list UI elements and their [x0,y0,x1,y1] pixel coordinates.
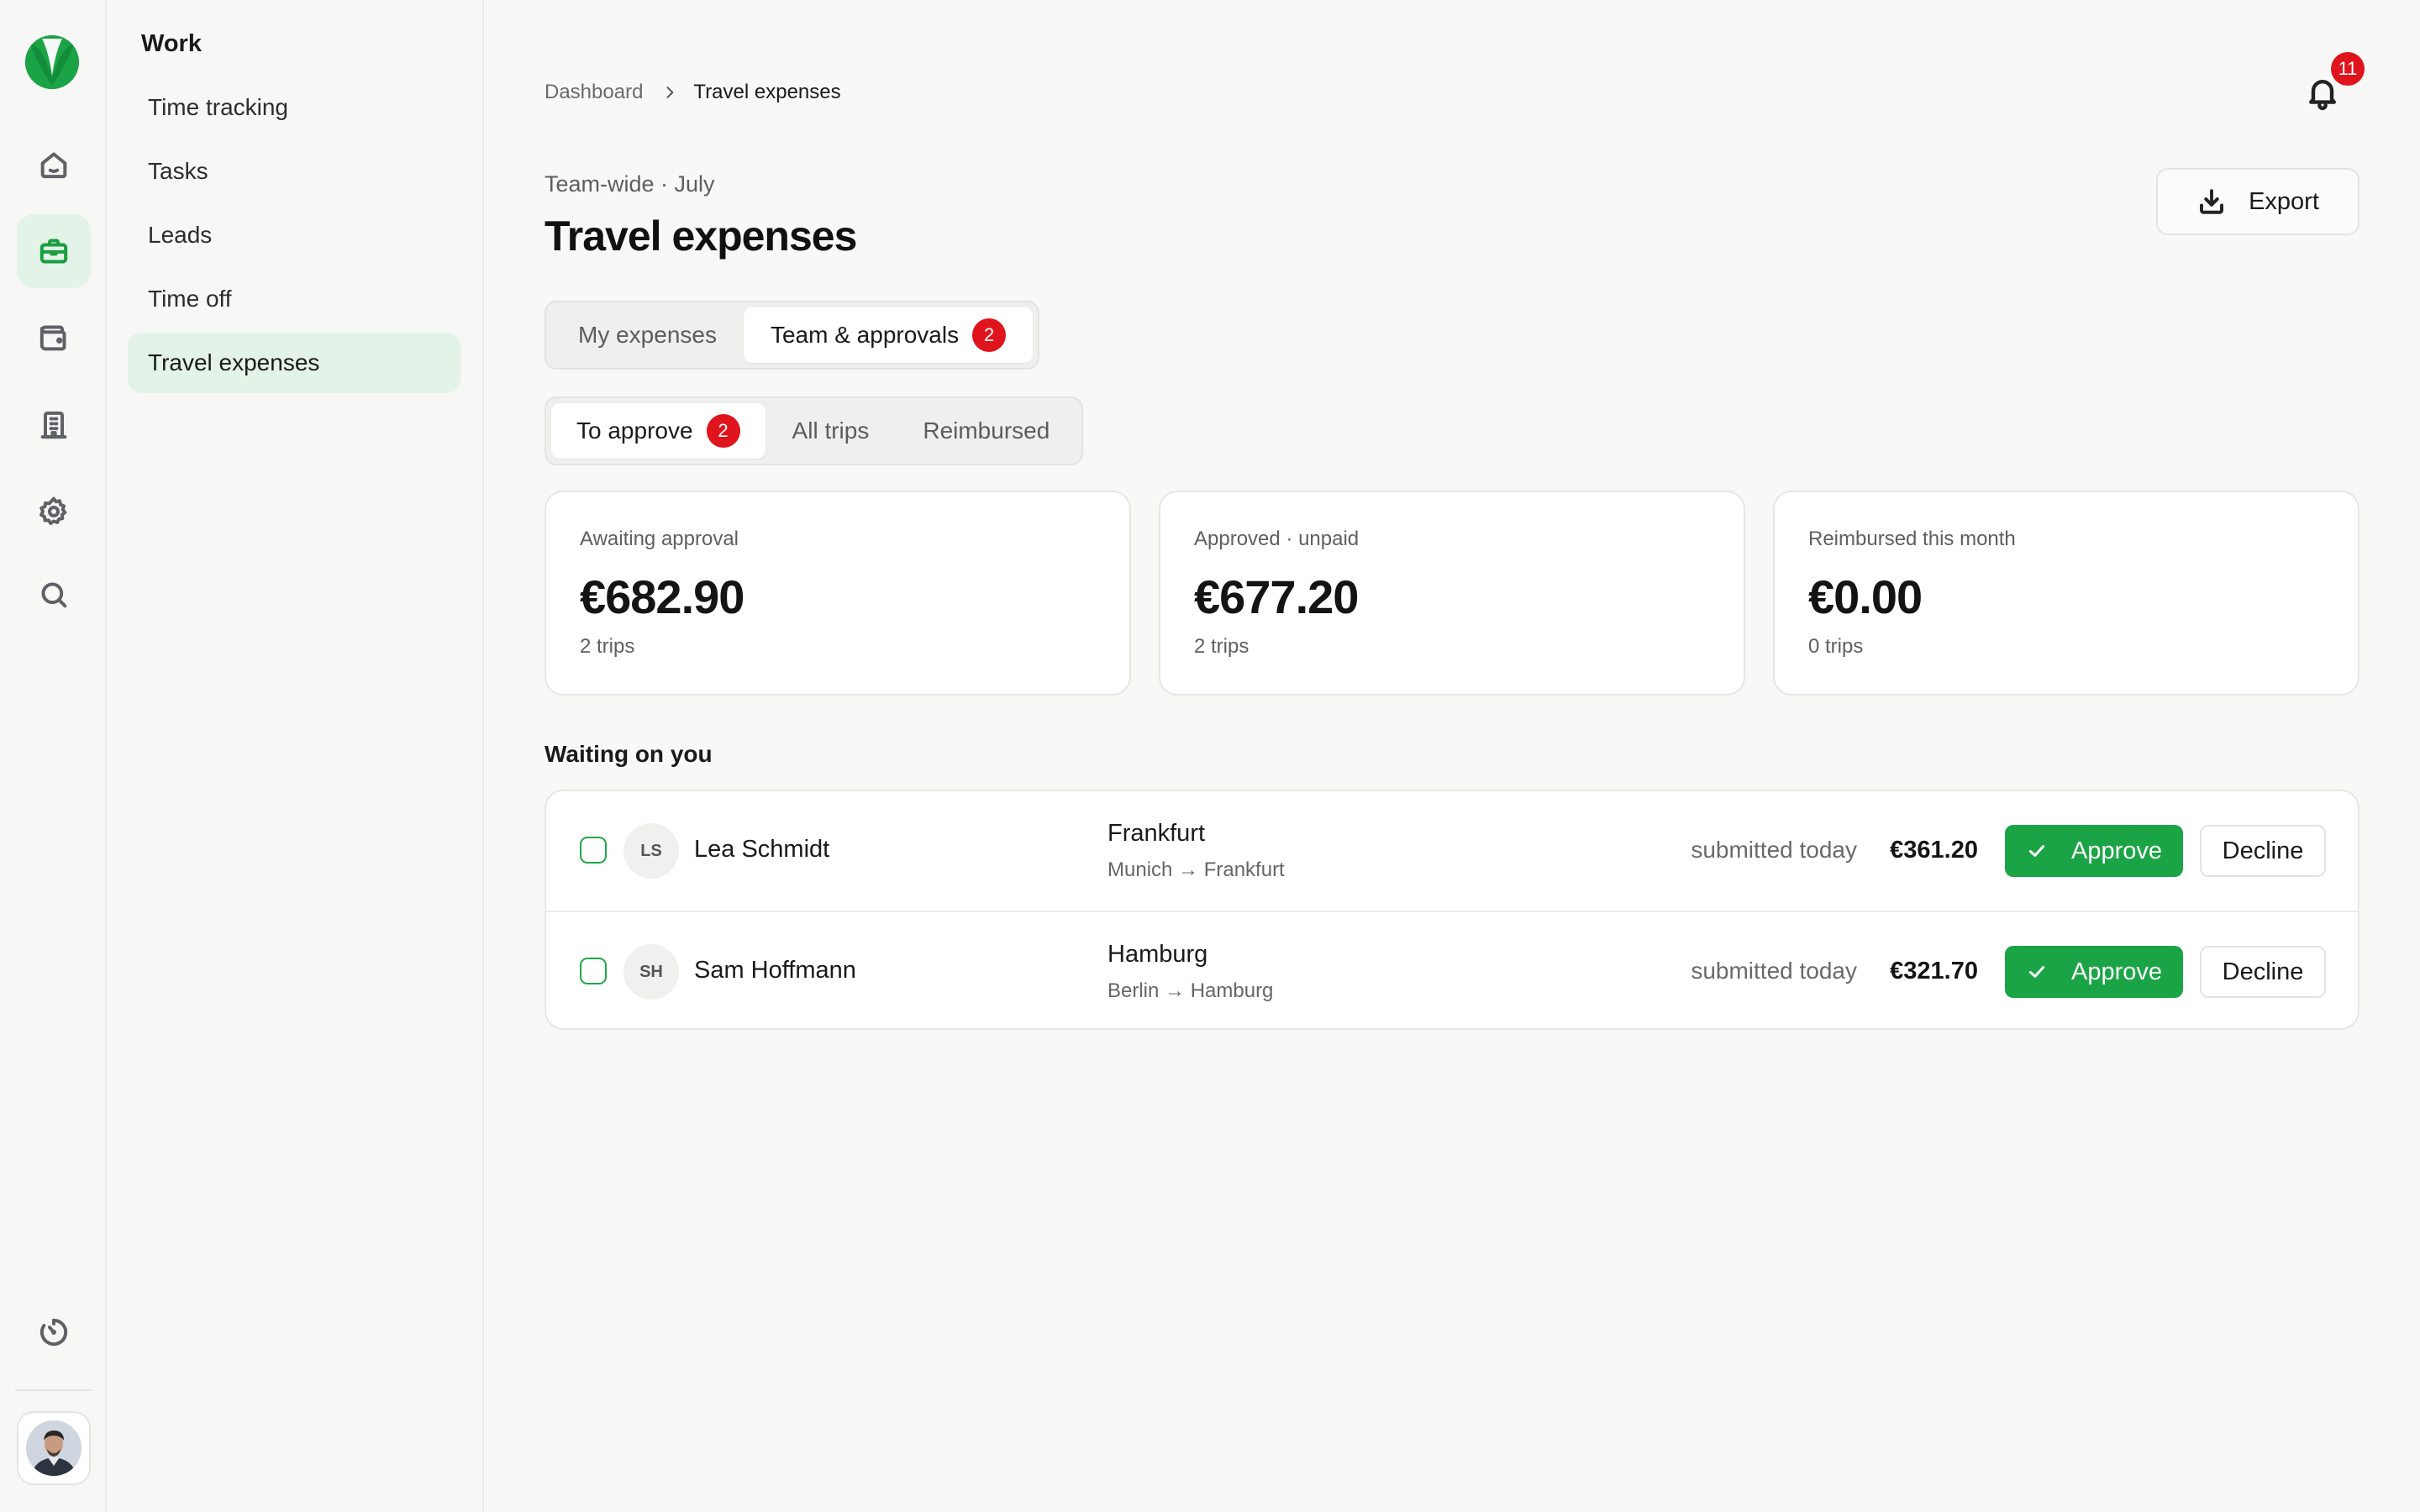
rail-divider [15,1389,92,1391]
page-title: Travel expenses [544,213,857,260]
trip-route: Berlin → Hamburg [1107,979,1274,1002]
breadcrumb: Dashboard Travel expenses [544,81,841,104]
submitted-status: submitted today [1691,958,1857,984]
view-tabs: My expenses Team & approvals 2 [544,301,1040,370]
filter-label: Reimbursed [923,417,1050,444]
main-content: Dashboard Travel expenses 11 Team-wide ·… [486,0,2420,1512]
submitted-status: submitted today [1691,837,1857,863]
filter-count-badge: 2 [706,414,740,448]
download-icon [2200,189,2224,214]
sidebar-item-label: Time tracking [148,94,289,120]
status-filters: To approve 2 All trips Reimbursed [544,396,1084,465]
breadcrumb-current: Travel expenses [693,81,841,103]
tab-my-expenses[interactable]: My expenses [551,307,744,363]
sidebar-item-tasks[interactable]: Tasks [128,141,460,202]
building-icon [40,411,67,439]
section-sidebar: Work Time tracking Tasks Leads Time off … [108,0,484,1512]
sidebar-item-time-tracking[interactable]: Time tracking [128,77,460,138]
decline-label: Decline [2222,837,2304,864]
user-avatar[interactable] [17,1411,91,1485]
card-label: Reimbursed this month [1808,528,2016,550]
sidebar-item-leads[interactable]: Leads [128,205,460,265]
tab-count-badge: 2 [972,318,1007,352]
avatar: SH [623,944,679,1000]
sidebar-item-label: Time off [148,286,232,312]
chevron-right-icon [661,84,678,101]
gear-icon [39,496,67,525]
trip-destination: Frankfurt [1107,820,1206,847]
briefcase-icon [39,239,68,264]
filter-reimbursed[interactable]: Reimbursed [896,403,1076,459]
sidebar-item-label: Travel expenses [148,349,320,375]
employee-name: Lea Schmidt [694,836,830,863]
trip-amount: €321.70 [1890,958,1978,984]
employee-name: Sam Hoffmann [694,957,856,984]
nav-company[interactable] [17,388,91,462]
decline-label: Decline [2222,958,2304,985]
nav-settings[interactable] [17,475,91,549]
summary-cards: Awaiting approval €682.90 2 trips Approv… [544,491,2360,696]
tab-label: Team & approvals [770,322,960,348]
nav-work[interactable] [17,214,91,288]
card-value: €0.00 [1808,570,1923,623]
export-button[interactable]: Export [2156,168,2360,235]
card-subtext: 2 trips [580,635,635,658]
filter-label: To approve [576,417,693,444]
sidebar-section-title: Work [141,30,202,57]
approve-label: Approve [2070,958,2162,985]
card-label: Awaiting approval [580,528,739,550]
list-item: LS Lea Schmidt Frankfurt Munich → Frankf… [546,791,2358,911]
summary-card-awaiting: Awaiting approval €682.90 2 trips [544,491,1131,696]
trip-route: Munich → Frankfurt [1107,858,1285,881]
filter-label: All trips [792,417,870,444]
list-item: SH Sam Hoffmann Hamburg Berlin → Hamburg… [546,911,2358,1028]
sidebar-item-label: Tasks [148,158,208,184]
filter-to-approve[interactable]: To approve 2 [551,403,765,459]
export-label: Export [2249,187,2319,215]
home-icon [40,152,67,179]
approve-label: Approve [2070,837,2162,864]
trip-destination: Hamburg [1107,941,1208,968]
nav-home[interactable] [17,128,91,202]
section-title-waiting: Waiting on you [544,741,713,767]
sidebar-item-travel-expenses[interactable]: Travel expenses [128,333,460,393]
summary-card-approved-unpaid: Approved · unpaid €677.20 2 trips [1159,491,1745,696]
avatar-photo [26,1420,82,1476]
nav-search[interactable] [17,558,91,632]
timer-icon [39,1318,68,1347]
app-logo[interactable] [25,35,79,89]
row-checkbox[interactable] [580,958,607,984]
avatar: LS [623,823,679,879]
breadcrumb-dashboard[interactable]: Dashboard [544,81,643,104]
card-subtext: 0 trips [1808,635,1864,658]
summary-card-reimbursed: Reimbursed this month €0.00 0 trips [1773,491,2360,696]
search-icon [41,582,67,608]
icon-rail [0,0,107,1512]
notification-count-badge: 11 [2331,52,2365,86]
filter-all-trips[interactable]: All trips [765,403,897,459]
card-value: €682.90 [580,570,744,623]
wallet-icon [39,325,66,351]
decline-button[interactable]: Decline [2200,825,2326,877]
approval-list: LS Lea Schmidt Frankfurt Munich → Frankf… [544,790,2360,1030]
card-value: €677.20 [1194,570,1359,623]
card-subtext: 2 trips [1194,635,1249,658]
nav-timer[interactable] [17,1295,91,1369]
tab-label: My expenses [578,322,717,348]
approve-button[interactable]: Approve [2005,825,2183,877]
row-checkbox[interactable] [580,837,607,864]
trip-amount: €361.20 [1890,837,1978,864]
card-label: Approved · unpaid [1194,528,1360,550]
tab-team-approvals[interactable]: Team & approvals 2 [743,307,1034,363]
decline-button[interactable]: Decline [2200,946,2326,998]
nav-finance[interactable] [17,301,91,375]
check-icon [2028,966,2045,978]
sidebar-item-label: Leads [148,222,213,248]
sidebar-item-time-off[interactable]: Time off [128,269,460,329]
check-icon [2028,845,2045,857]
page-eyebrow: Team-wide · July [544,171,715,197]
approve-button[interactable]: Approve [2005,946,2183,998]
